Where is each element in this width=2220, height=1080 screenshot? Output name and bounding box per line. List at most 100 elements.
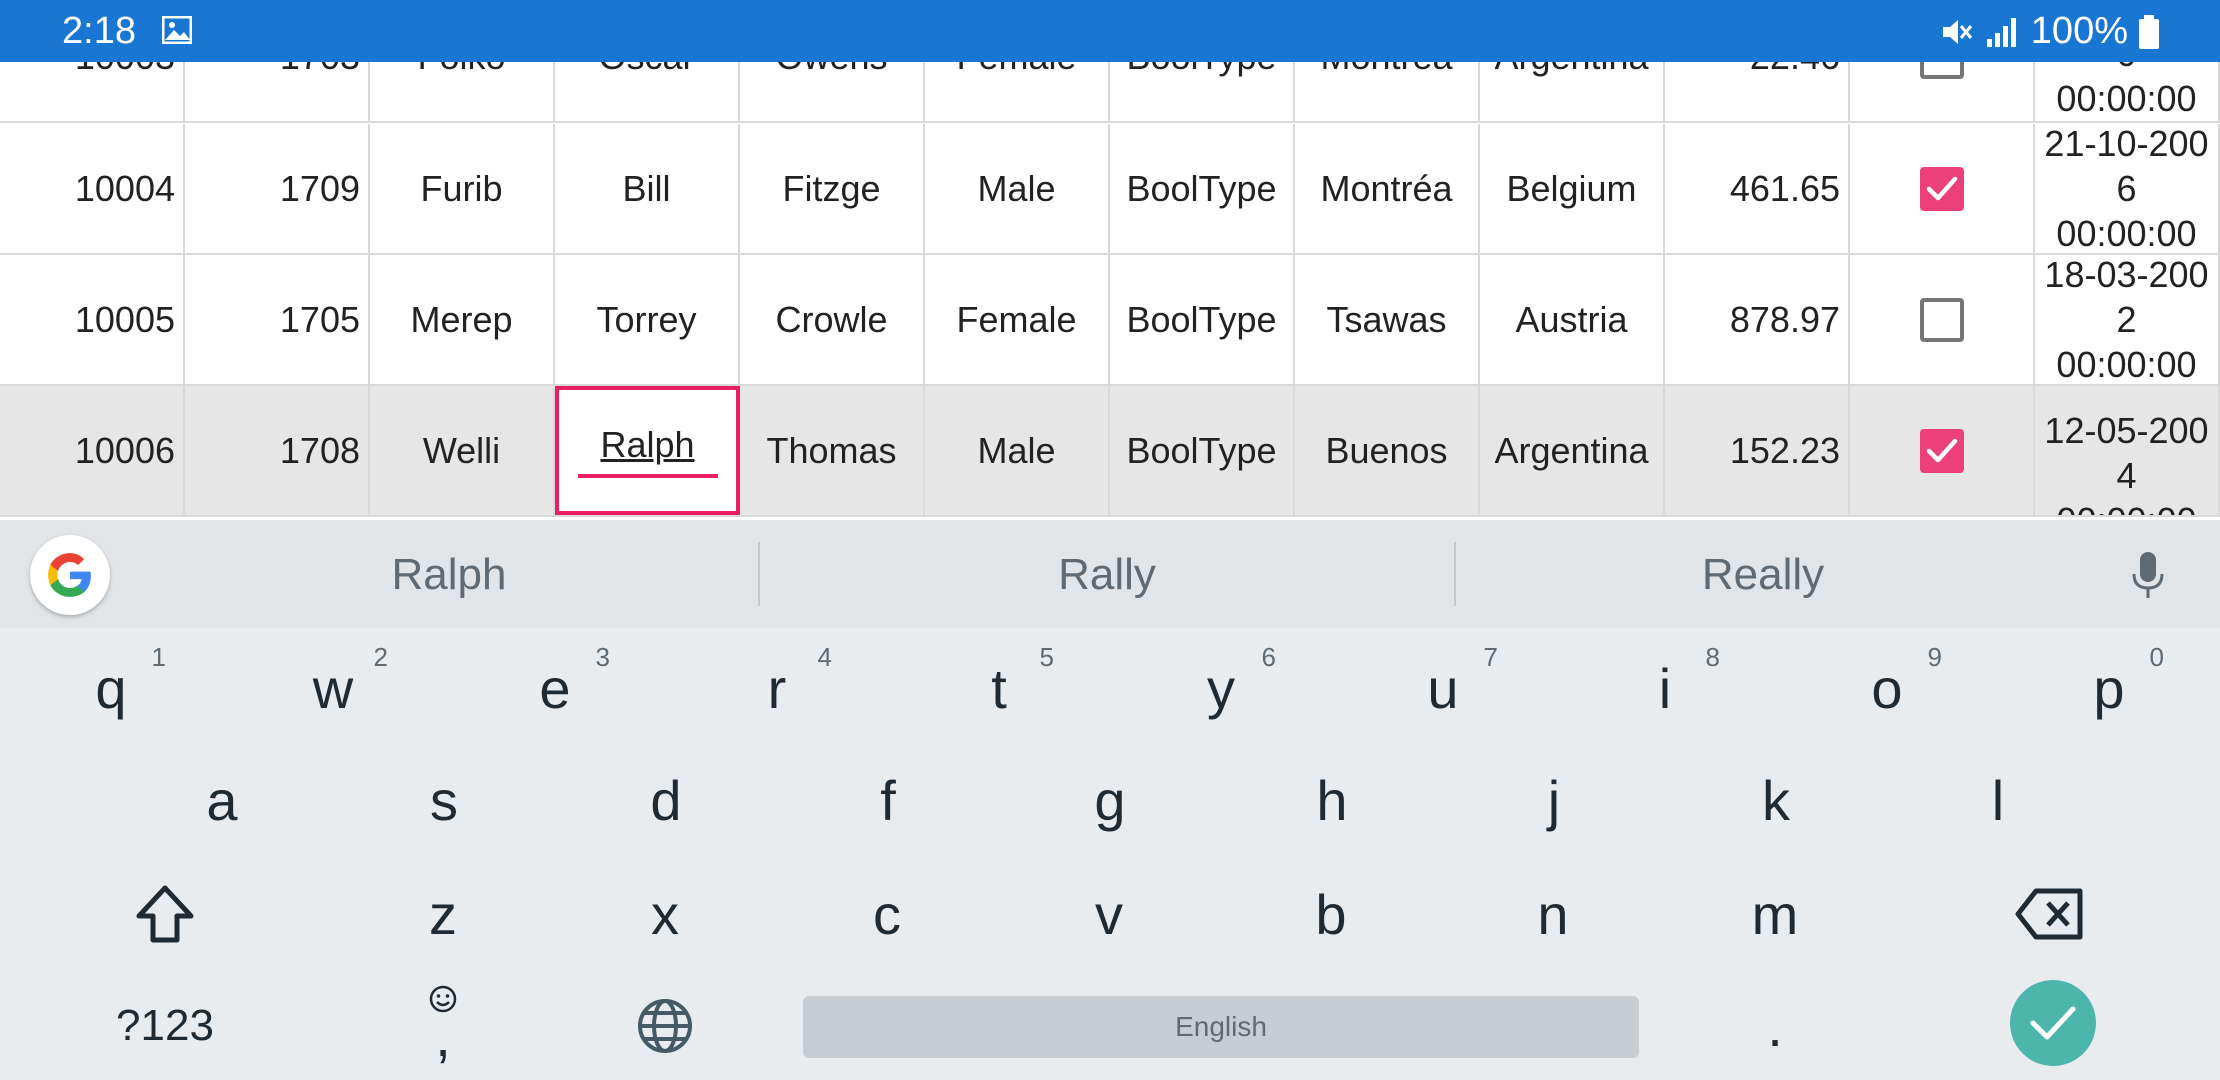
key-p[interactable]: p0	[2034, 638, 2184, 738]
table-row[interactable]: 100031703FolkoOscarOwensFemaleBoolTypeMo…	[0, 62, 2220, 123]
grid-cell-checkbox[interactable]	[1850, 255, 2035, 384]
key-z[interactable]: z	[368, 864, 518, 964]
table-row[interactable]: 10006 1708 Welli Ralph Thomas Male BoolType Bue…	[0, 386, 2220, 517]
key-hint: 7	[1483, 642, 1498, 672]
key-t[interactable]: t5	[924, 638, 1074, 738]
grid-cell-gender[interactable]: Male	[925, 124, 1110, 253]
grid-cell-gender[interactable]: Female	[925, 255, 1110, 384]
checkbox-unchecked[interactable]	[1919, 62, 1964, 79]
grid-cell-type[interactable]: BoolType	[1110, 124, 1295, 253]
grid-cell-amount[interactable]: 461.65	[1665, 124, 1850, 253]
period-key[interactable]: .	[1700, 976, 1850, 1076]
key-s[interactable]: s	[369, 750, 519, 850]
space-bar[interactable]: English	[803, 996, 1639, 1058]
grid-cell-country[interactable]: Argentina	[1480, 62, 1665, 121]
grid-cell-date[interactable]: 12-05-2004 00:00:00	[2035, 386, 2220, 515]
key-h[interactable]: h	[1257, 750, 1407, 850]
grid-cell-last[interactable]: Owens	[740, 62, 925, 121]
key-x[interactable]: x	[590, 864, 740, 964]
shift-key[interactable]	[90, 864, 240, 964]
grid-cell-col3[interactable]: Furib	[370, 124, 555, 253]
grid-cell-date[interactable]: 0 00:00:00	[2035, 62, 2220, 121]
grid-cell-id[interactable]: 10005	[0, 255, 185, 384]
grid-cell-last[interactable]: Thomas	[740, 386, 925, 515]
backspace-key[interactable]	[1975, 864, 2125, 964]
key-l[interactable]: l	[1923, 750, 2073, 850]
key-n[interactable]: n	[1478, 864, 1628, 964]
key-g[interactable]: g	[1035, 750, 1185, 850]
edit-input-text[interactable]: Ralph	[600, 424, 694, 466]
grid-cell-date[interactable]: 21-10-200 6 00:00:00	[2035, 124, 2220, 253]
grid-cell-amount[interactable]: 22.46	[1665, 62, 1850, 121]
grid-cell-first[interactable]: Oscar	[555, 62, 740, 121]
grid-cell-country[interactable]: Austria	[1480, 255, 1665, 384]
comma-key[interactable]: ,	[368, 976, 518, 1076]
grid-cell-date[interactable]: 18-03-200 2 00:00:00	[2035, 255, 2220, 384]
table-row[interactable]: 10004 1709 Furib Bill Fitzge Male BoolType Mont…	[0, 124, 2220, 255]
grid-cell-gender[interactable]: Male	[925, 386, 1110, 515]
key-m[interactable]: m	[1700, 864, 1850, 964]
grid-cell-gender[interactable]: Female	[925, 62, 1110, 121]
grid-cell-city[interactable]: Montréa	[1295, 124, 1480, 253]
key-v[interactable]: v	[1034, 864, 1184, 964]
symbols-key[interactable]: ?123	[90, 976, 240, 1076]
checkbox-unchecked[interactable]	[1919, 297, 1964, 342]
grid-cell-country[interactable]: Belgium	[1480, 124, 1665, 253]
key-q[interactable]: q1	[36, 638, 186, 738]
table-row[interactable]: 10005 1705 Merep Torrey Crowle Female BoolType…	[0, 255, 2220, 386]
checkbox-checked[interactable]	[1919, 166, 1964, 211]
microphone-icon[interactable]	[2130, 550, 2166, 602]
grid-cell-col2[interactable]: 1705	[185, 255, 370, 384]
grid-cell-type[interactable]: BoolType	[1110, 62, 1295, 121]
grid-cell-checkbox[interactable]	[1850, 62, 2035, 121]
grid-cell-checkbox[interactable]	[1850, 386, 2035, 515]
language-key[interactable]	[590, 976, 740, 1076]
key-f[interactable]: f	[813, 750, 963, 850]
key-r[interactable]: r4	[702, 638, 852, 738]
key-d[interactable]: d	[591, 750, 741, 850]
grid-cell-col3[interactable]: Folko	[370, 62, 555, 121]
grid-cell-col2[interactable]: 1703	[185, 62, 370, 121]
key-c[interactable]: c	[812, 864, 962, 964]
key-k[interactable]: k	[1701, 750, 1851, 850]
suggestion-3[interactable]: Really	[1563, 550, 1963, 600]
grid-cell-last[interactable]: Crowle	[740, 255, 925, 384]
key-e[interactable]: e3	[480, 638, 630, 738]
grid-cell-id[interactable]: 10003	[0, 62, 185, 121]
data-grid[interactable]: 100031703FolkoOscarOwensFemaleBoolTypeMo…	[0, 62, 2220, 520]
suggestion-2[interactable]: Rally	[907, 550, 1307, 600]
grid-cell-last[interactable]: Fitzge	[740, 124, 925, 253]
grid-cell-city[interactable]: Montréa	[1295, 62, 1480, 121]
grid-cell-col2[interactable]: 1708	[185, 386, 370, 515]
editing-cell[interactable]: Ralph	[555, 386, 740, 515]
key-b[interactable]: b	[1256, 864, 1406, 964]
grid-cell-checkbox[interactable]	[1850, 124, 2035, 253]
date-line: 2	[2116, 299, 2137, 340]
grid-cell-first[interactable]: Bill	[555, 124, 740, 253]
enter-key[interactable]	[2010, 980, 2096, 1066]
key-u[interactable]: u7	[1368, 638, 1518, 738]
key-j[interactable]: j	[1479, 750, 1629, 850]
key-y[interactable]: y6	[1146, 638, 1296, 738]
date-line: 6	[2116, 168, 2137, 209]
checkbox-checked[interactable]	[1919, 428, 1964, 473]
key-i[interactable]: i8	[1590, 638, 1740, 738]
grid-cell-id[interactable]: 10006	[0, 386, 185, 515]
grid-cell-amount[interactable]: 878.97	[1665, 255, 1850, 384]
grid-cell-col3[interactable]: Welli	[370, 386, 555, 515]
key-w[interactable]: w2	[258, 638, 408, 738]
suggestion-1[interactable]: Ralph	[249, 550, 649, 600]
grid-cell-col3[interactable]: Merep	[370, 255, 555, 384]
grid-cell-amount[interactable]: 152.23	[1665, 386, 1850, 515]
grid-cell-country[interactable]: Argentina	[1480, 386, 1665, 515]
grid-cell-city[interactable]: Buenos	[1295, 386, 1480, 515]
key-o[interactable]: o9	[1812, 638, 1962, 738]
grid-cell-type[interactable]: BoolType	[1110, 255, 1295, 384]
key-a[interactable]: a	[147, 750, 297, 850]
grid-cell-first[interactable]: Torrey	[555, 255, 740, 384]
grid-cell-id[interactable]: 10004	[0, 124, 185, 253]
google-logo-icon[interactable]	[30, 535, 110, 615]
grid-cell-type[interactable]: BoolType	[1110, 386, 1295, 515]
grid-cell-city[interactable]: Tsawas	[1295, 255, 1480, 384]
grid-cell-col2[interactable]: 1709	[185, 124, 370, 253]
